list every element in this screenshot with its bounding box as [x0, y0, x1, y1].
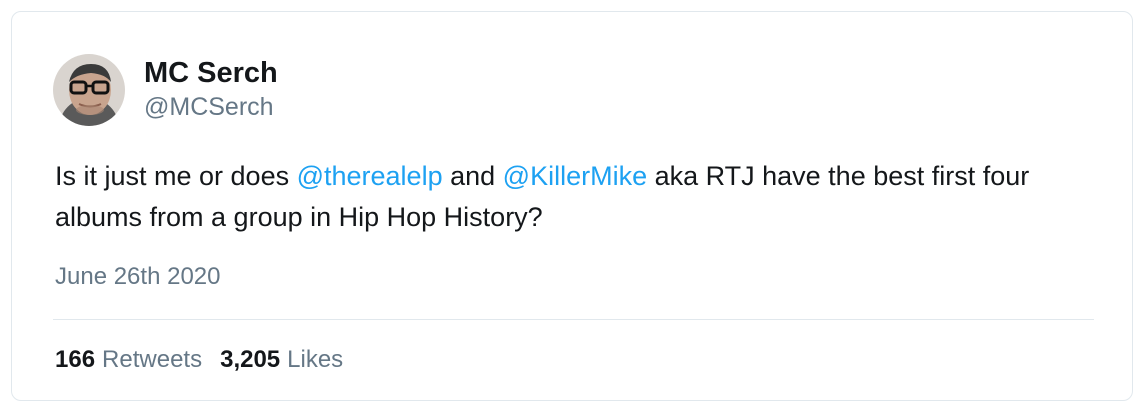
retweets-stat[interactable]: 166 Retweets: [55, 345, 202, 375]
retweets-count: 166: [55, 346, 96, 373]
tweet-date[interactable]: June 26th 2020: [55, 262, 220, 292]
mention-link[interactable]: @KillerMike: [503, 161, 647, 191]
tweet-text-part: Is it just me or does: [55, 161, 297, 191]
user-handle[interactable]: @MCSerch: [144, 90, 278, 124]
mention-link[interactable]: @therealelp: [297, 161, 443, 191]
tweet-author[interactable]: MC Serch @MCSerch: [53, 54, 278, 126]
tweet-stats: 166 Retweets 3,205 Likes: [55, 345, 343, 375]
retweets-label: Retweets: [102, 346, 203, 373]
avatar[interactable]: [53, 54, 125, 126]
divider: [53, 319, 1094, 320]
likes-count: 3,205: [220, 346, 281, 373]
profile-photo-icon: [53, 54, 125, 126]
tweet-card: MC Serch @MCSerch Is it just me or does …: [11, 11, 1133, 401]
display-name[interactable]: MC Serch: [144, 56, 278, 90]
likes-stat[interactable]: 3,205 Likes: [220, 345, 343, 375]
tweet-text-part: and: [442, 161, 503, 191]
author-names: MC Serch @MCSerch: [144, 56, 278, 124]
likes-label: Likes: [287, 346, 344, 373]
tweet-text: Is it just me or does @therealelp and @K…: [55, 156, 1115, 238]
